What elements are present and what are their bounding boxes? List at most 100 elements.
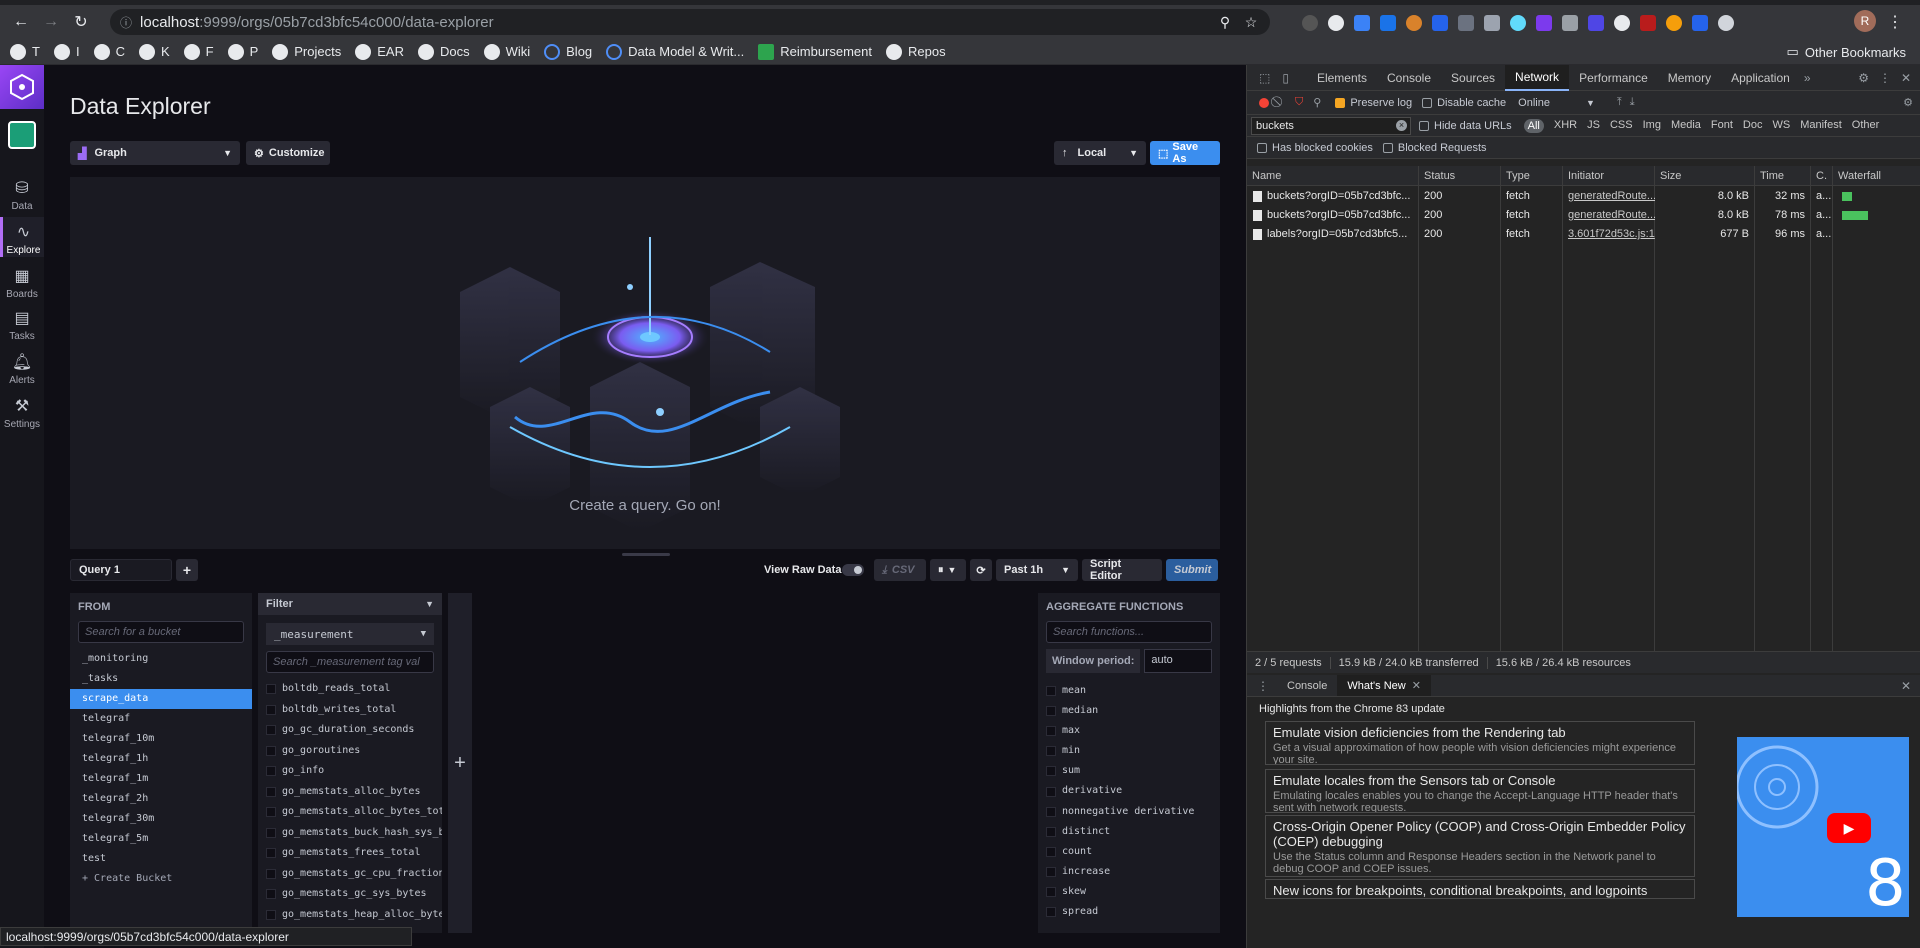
inspect-icon[interactable]: ⬚ — [1259, 71, 1270, 85]
bucket-item[interactable]: telegraf — [70, 709, 252, 729]
function-search-input[interactable]: Search functions... — [1046, 621, 1212, 643]
function-item[interactable]: distinct — [1038, 822, 1220, 842]
network-row[interactable]: buckets?orgID=05b7cd3bfc... 200 fetch gener… — [1247, 206, 1920, 225]
checkbox[interactable] — [266, 868, 276, 879]
checkbox[interactable] — [1046, 846, 1056, 857]
close-icon[interactable]: ✕ — [1901, 71, 1911, 85]
nav-item-alerts[interactable]: 🔔︎ Alerts — [0, 347, 44, 387]
function-item[interactable]: increase — [1038, 862, 1220, 882]
type-filter-js[interactable]: JS — [1587, 119, 1600, 133]
checkbox[interactable] — [266, 766, 276, 777]
checkbox[interactable] — [1046, 726, 1056, 737]
bookmark-item[interactable]: Projects — [272, 43, 341, 60]
column-header[interactable]: Name — [1247, 166, 1419, 186]
bookmark-item[interactable]: K — [138, 43, 170, 60]
bookmark-item[interactable]: Data Model & Writ... — [606, 43, 744, 60]
view-raw-toggle[interactable] — [842, 564, 864, 576]
script-editor-button[interactable]: Script Editor — [1082, 558, 1162, 582]
timezone-dropdown[interactable]: ↑ Local ▼ — [1054, 141, 1146, 165]
info-icon[interactable]: ⓘ — [120, 14, 132, 31]
function-item[interactable]: spread — [1038, 902, 1220, 922]
checkbox[interactable] — [266, 909, 276, 920]
checkbox[interactable] — [266, 807, 276, 818]
avatar[interactable] — [8, 121, 36, 149]
tab-sources[interactable]: Sources — [1441, 65, 1505, 91]
download-icon[interactable] — [1692, 15, 1708, 31]
tab-application[interactable]: Application — [1721, 65, 1800, 91]
extension-icon[interactable] — [1718, 15, 1734, 31]
whats-new-item[interactable]: New icons for breakpoints, conditional b… — [1265, 879, 1695, 899]
import-har-icon[interactable]: ⤒ — [1617, 96, 1622, 109]
time-range-dropdown[interactable]: Past 1h ▼ — [996, 559, 1078, 581]
blocked-requests-checkbox[interactable]: Blocked Requests — [1382, 142, 1487, 154]
bookmark-item[interactable]: Reimbursement — [758, 43, 872, 60]
disable-cache-checkbox[interactable]: Disable cache — [1422, 97, 1506, 109]
profile-avatar[interactable]: R — [1854, 10, 1876, 32]
settings-icon[interactable]: ⚙ — [1858, 71, 1869, 85]
react-icon[interactable] — [1510, 15, 1526, 31]
checkbox[interactable] — [1046, 766, 1056, 777]
save-as-button[interactable]: ⬚ Save As — [1150, 141, 1220, 165]
hide-data-urls-checkbox[interactable]: Hide data URLs — [1419, 120, 1512, 132]
cell-initiator[interactable]: 3.601f72d53c.js:1 — [1563, 225, 1655, 244]
checkbox[interactable] — [1046, 686, 1056, 697]
checkbox[interactable] — [1046, 826, 1056, 837]
checkbox[interactable] — [1046, 746, 1056, 757]
tag-value-item[interactable]: go_gc_duration_seconds — [258, 720, 442, 741]
bookmark-item[interactable]: Blog — [544, 43, 592, 60]
tag-value-item[interactable]: go_info — [258, 761, 442, 782]
checkbox[interactable] — [266, 725, 276, 736]
column-header[interactable]: C. — [1811, 166, 1833, 186]
checkbox[interactable] — [1046, 706, 1056, 717]
tag-value-item[interactable]: boltdb_writes_total — [258, 700, 442, 721]
checkbox[interactable] — [1046, 806, 1056, 817]
tab-memory[interactable]: Memory — [1658, 65, 1721, 91]
type-filter-img[interactable]: Img — [1643, 119, 1661, 133]
bookmark-item[interactable]: Repos — [886, 43, 946, 60]
close-drawer-icon[interactable]: ✕ — [1901, 679, 1911, 693]
tag-value-item[interactable]: go_memstats_heap_alloc_bytes — [258, 905, 442, 926]
settings-icon[interactable]: ⚙ — [1903, 96, 1913, 109]
tab-network[interactable]: Network — [1505, 64, 1570, 91]
bucket-item[interactable]: _monitoring — [70, 649, 252, 669]
cell-initiator[interactable]: generatedRoute... — [1563, 206, 1655, 225]
bucket-item[interactable]: telegraf_1h — [70, 749, 252, 769]
cell-initiator[interactable]: generatedRoute... — [1563, 187, 1655, 206]
bucket-item[interactable]: telegraf_10m — [70, 729, 252, 749]
autorefresh-dropdown[interactable]: ⏸ ▼ — [930, 559, 966, 581]
whats-new-item[interactable]: Cross-Origin Opener Policy (COOP) and Cr… — [1265, 815, 1695, 877]
youtube-play-icon[interactable]: ▶ — [1827, 813, 1871, 843]
bucket-item[interactable]: _tasks — [70, 669, 252, 689]
extension-icon[interactable] — [1432, 15, 1448, 31]
column-header[interactable]: Type — [1501, 166, 1563, 186]
type-filter-media[interactable]: Media — [1671, 119, 1701, 133]
bucket-item[interactable]: telegraf_1m — [70, 769, 252, 789]
type-filter-all[interactable]: All — [1523, 118, 1544, 133]
nav-item-data[interactable]: ⛁ Data — [0, 173, 44, 213]
nav-item-boards[interactable]: ▦ Boards — [0, 261, 44, 301]
filter-icon[interactable]: ⛉ — [1295, 96, 1303, 109]
filter-function-dropdown[interactable]: Filter ▼ — [258, 593, 442, 615]
extension-icon[interactable] — [1484, 15, 1500, 31]
bookmark-item[interactable]: P — [227, 43, 258, 60]
star-icon[interactable]: ☆ — [1242, 13, 1260, 31]
checkbox[interactable] — [266, 786, 276, 797]
drawer-tab-console[interactable]: Console — [1277, 675, 1337, 696]
whats-new-item[interactable]: Emulate locales from the Sensors tab or … — [1265, 769, 1695, 813]
extension-icon[interactable] — [1536, 15, 1552, 31]
close-icon[interactable]: ✕ — [1412, 679, 1421, 692]
bucket-item[interactable]: scrape_data — [70, 689, 252, 709]
function-item[interactable]: nonnegative derivative — [1038, 802, 1220, 822]
type-filter-manifest[interactable]: Manifest — [1800, 119, 1842, 133]
reload-icon[interactable]: ↻ — [66, 7, 96, 37]
bucket-search-input[interactable]: Search for a bucket — [78, 621, 244, 643]
influx-logo-icon[interactable] — [0, 65, 44, 109]
function-item[interactable]: median — [1038, 701, 1220, 721]
tab-query-1[interactable]: Query 1 — [70, 559, 172, 581]
checkbox[interactable] — [1046, 786, 1056, 797]
drawer-tab-whats-new[interactable]: What's New ✕ — [1337, 675, 1431, 696]
tab-elements[interactable]: Elements — [1307, 65, 1377, 91]
tag-value-item[interactable]: go_memstats_buck_hash_sys_bytes — [258, 823, 442, 844]
resize-handle[interactable] — [622, 553, 670, 556]
more-tabs-icon[interactable]: » — [1804, 71, 1811, 85]
